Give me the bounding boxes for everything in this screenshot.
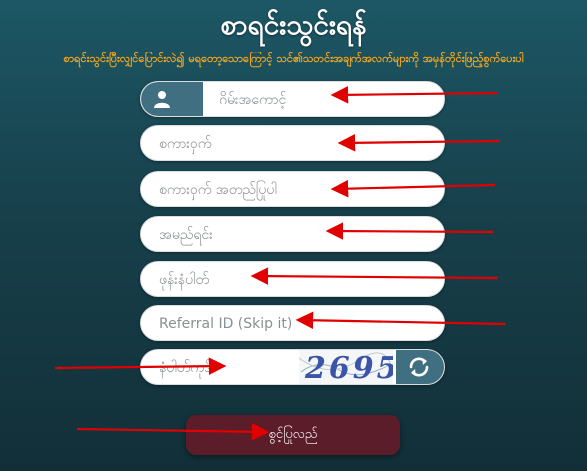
real-name-field — [140, 216, 445, 253]
captcha-refresh-button[interactable] — [396, 350, 444, 384]
register-submit-button[interactable]: စွင့်ပြုလည် — [186, 415, 400, 455]
page-subtitle: စာရင်းသွင်းပြီးလျှင်ပြောင်းလဲ၍ မရတော့သော… — [63, 52, 524, 65]
confirm-password-field — [140, 171, 445, 208]
confirm-password-input[interactable] — [157, 172, 431, 208]
phone-field — [140, 261, 445, 298]
username-field — [140, 81, 445, 117]
password-input[interactable] — [157, 126, 431, 162]
user-icon — [154, 91, 170, 108]
referral-input[interactable] — [157, 306, 431, 342]
real-name-input[interactable] — [157, 217, 431, 253]
page-title: စာရင်းသွင်းရန် — [220, 8, 367, 41]
captcha-image: 2695 — [299, 350, 393, 384]
captcha-field: 2695 — [140, 349, 445, 385]
captcha-input[interactable] — [157, 350, 301, 384]
refresh-icon — [409, 357, 429, 377]
password-field — [140, 125, 445, 162]
username-input[interactable] — [217, 82, 436, 116]
referral-field — [140, 305, 445, 342]
phone-input[interactable] — [157, 262, 431, 298]
captcha-code: 2695 — [305, 351, 393, 384]
user-icon-box — [141, 82, 203, 116]
